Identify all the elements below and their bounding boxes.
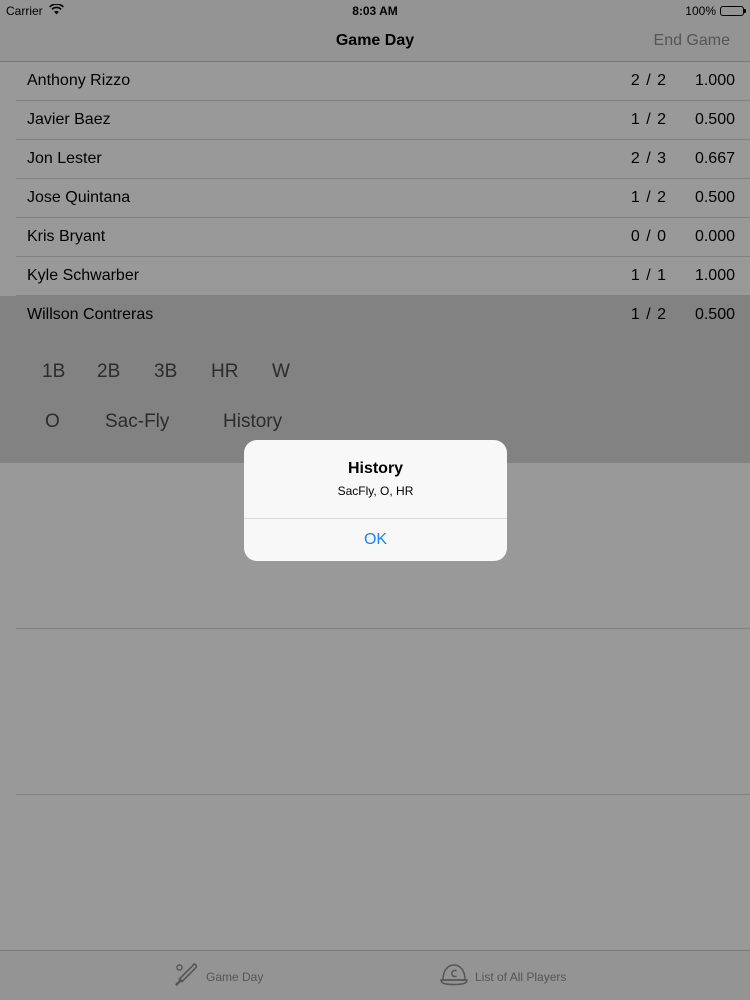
history-alert: History SacFly, O, HR OK bbox=[244, 440, 507, 561]
alert-title: History bbox=[347, 460, 404, 477]
ok-button[interactable]: OK bbox=[244, 519, 507, 561]
alert-message: SacFly, O, HR bbox=[337, 484, 414, 498]
app: Carrier 8:03 AM 100% Game Day End Game A… bbox=[0, 0, 750, 1000]
